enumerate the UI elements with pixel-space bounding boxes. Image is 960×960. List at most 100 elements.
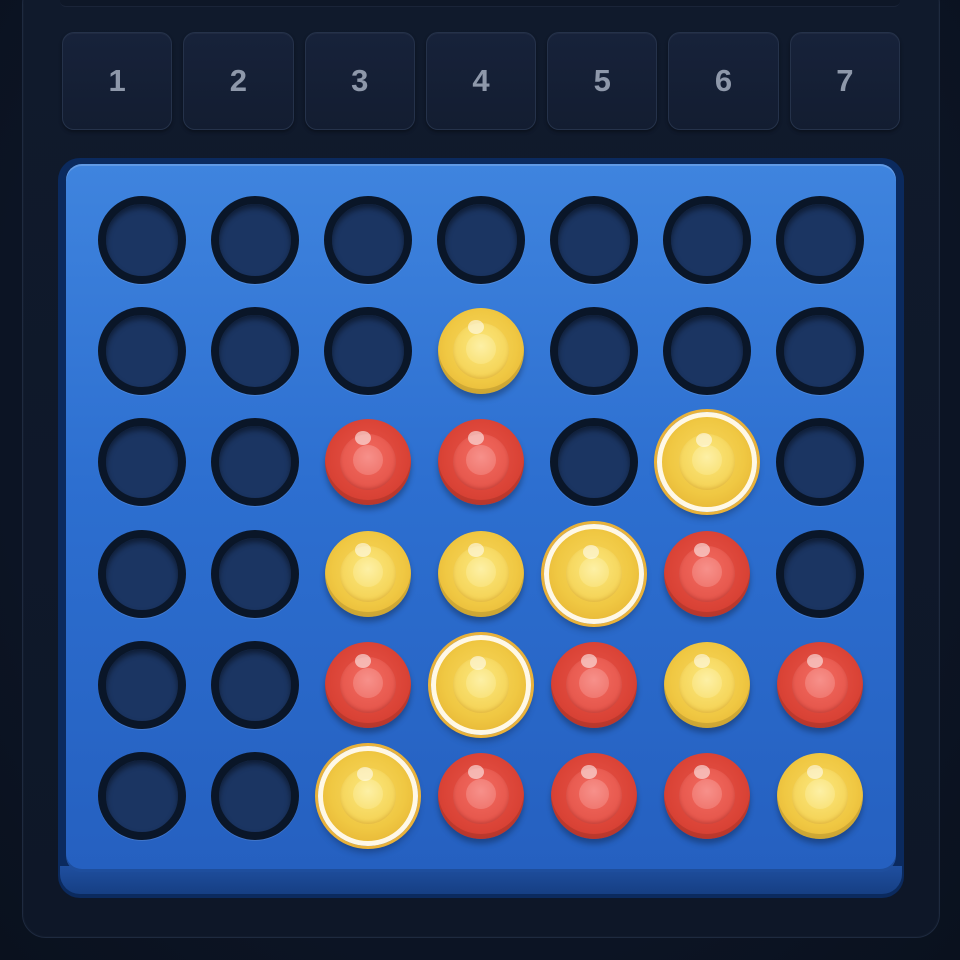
yellow-disc (776, 753, 863, 840)
disc-center (578, 556, 609, 587)
red-disc (437, 753, 524, 840)
board-cell[interactable] (763, 407, 876, 518)
board-cell[interactable] (763, 741, 876, 852)
empty-slot (436, 195, 525, 284)
drop-column-7-button[interactable]: 7 (789, 32, 900, 130)
red-disc (325, 641, 412, 728)
game-screen: 1 2 3 4 5 6 7 (0, 0, 960, 960)
board-cell[interactable] (650, 295, 763, 406)
disc-highlight (467, 319, 484, 334)
board-cell[interactable] (763, 629, 876, 740)
board-cell[interactable] (312, 184, 425, 295)
board-cell[interactable] (312, 407, 425, 518)
drop-column-2-button[interactable]: 2 (183, 32, 294, 130)
board-cell[interactable] (199, 407, 312, 518)
board-cell[interactable] (86, 629, 199, 740)
empty-slot (98, 640, 187, 729)
empty-slot (775, 306, 864, 395)
disc-highlight (806, 765, 823, 780)
winning-yellow-disc (656, 412, 757, 513)
empty-slot (211, 418, 300, 507)
board-cell[interactable] (425, 295, 538, 406)
board-cell[interactable] (763, 295, 876, 406)
empty-slot (211, 752, 300, 841)
yellow-disc (437, 530, 524, 617)
red-disc (550, 753, 637, 840)
winning-yellow-disc (318, 746, 419, 847)
board-cell[interactable] (86, 407, 199, 518)
board-cell[interactable] (86, 741, 199, 852)
board-cell[interactable] (537, 295, 650, 406)
board-cell[interactable] (312, 518, 425, 629)
board-cell[interactable] (763, 184, 876, 295)
board-cell[interactable] (650, 407, 763, 518)
red-disc (776, 641, 863, 728)
empty-slot (98, 306, 187, 395)
board-cell[interactable] (425, 518, 538, 629)
disc-highlight (693, 542, 710, 557)
red-disc (437, 419, 524, 506)
disc-center (465, 333, 496, 364)
board-cell[interactable] (86, 184, 199, 295)
board-cell[interactable] (650, 518, 763, 629)
board-cell[interactable] (199, 184, 312, 295)
board-cell[interactable] (537, 184, 650, 295)
empty-slot (775, 195, 864, 284)
empty-slot (211, 529, 300, 618)
board-cell[interactable] (199, 629, 312, 740)
board-cell[interactable] (86, 518, 199, 629)
empty-slot (98, 529, 187, 618)
board-cell[interactable] (199, 518, 312, 629)
board-cell[interactable] (199, 295, 312, 406)
empty-slot (662, 195, 751, 284)
empty-slot (98, 418, 187, 507)
red-disc (663, 753, 750, 840)
empty-slot (775, 529, 864, 618)
disc-highlight (693, 765, 710, 780)
drop-column-5-button[interactable]: 5 (547, 32, 658, 130)
empty-slot (211, 640, 300, 729)
board-cell[interactable] (86, 295, 199, 406)
board-cell[interactable] (425, 407, 538, 518)
board-cell[interactable] (312, 629, 425, 740)
board-cell[interactable] (650, 184, 763, 295)
board-cell[interactable] (650, 629, 763, 740)
board-cell[interactable] (425, 184, 538, 295)
drop-column-6-button[interactable]: 6 (668, 32, 779, 130)
disc-center (353, 667, 384, 698)
board-cell[interactable] (425, 629, 538, 740)
board-cell[interactable] (312, 295, 425, 406)
yellow-disc (663, 641, 750, 728)
board-cell[interactable] (650, 741, 763, 852)
board-cell[interactable] (763, 518, 876, 629)
disc-highlight (355, 542, 372, 557)
board-cell[interactable] (199, 741, 312, 852)
yellow-disc (437, 307, 524, 394)
empty-slot (662, 306, 751, 395)
disc-center (578, 779, 609, 810)
disc-center (691, 667, 722, 698)
board-cell[interactable] (537, 741, 650, 852)
empty-slot (324, 195, 413, 284)
drop-column-1-button[interactable]: 1 (62, 32, 173, 130)
empty-slot (549, 418, 638, 507)
disc-highlight (695, 433, 712, 448)
board-cell[interactable] (537, 629, 650, 740)
empty-slot (324, 306, 413, 395)
board-cell[interactable] (537, 407, 650, 518)
board-cell[interactable] (537, 518, 650, 629)
yellow-disc (325, 530, 412, 617)
drop-column-3-button[interactable]: 3 (304, 32, 415, 130)
red-disc (550, 641, 637, 728)
column-selector: 1 2 3 4 5 6 7 (62, 32, 900, 130)
drop-column-4-button[interactable]: 4 (425, 32, 537, 130)
red-disc (325, 419, 412, 506)
disc-highlight (580, 653, 597, 668)
board-cell[interactable] (312, 741, 425, 852)
disc-center (804, 667, 835, 698)
board-cell[interactable] (425, 741, 538, 852)
empty-slot (98, 195, 187, 284)
disc-center (691, 779, 722, 810)
disc-center (465, 556, 496, 587)
empty-slot (98, 752, 187, 841)
